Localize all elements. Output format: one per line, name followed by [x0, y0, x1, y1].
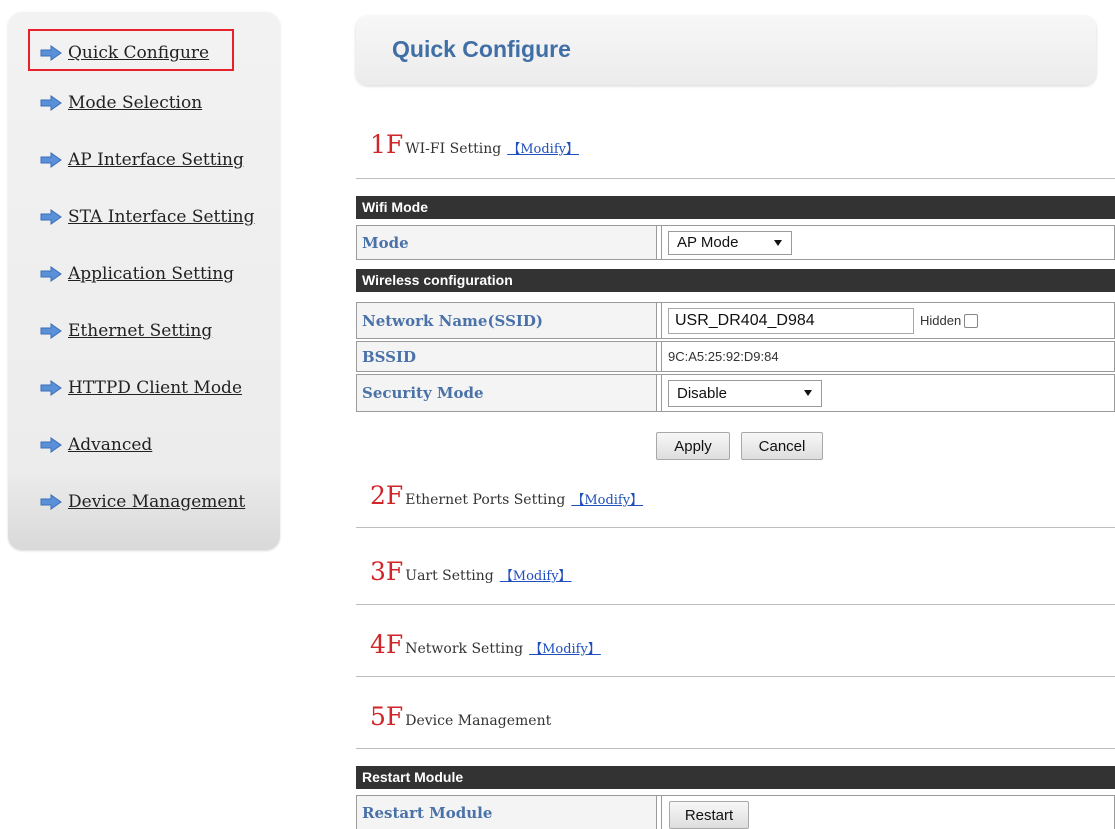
sidebar-item-label: Ethernet Setting	[68, 321, 213, 341]
table-row-mode: Mode AP Mode	[356, 225, 1115, 260]
sidebar-item-ap-interface-setting[interactable]: AP Interface Setting	[40, 148, 244, 172]
table-row-bssid: BSSID 9C:A5:25:92:D9:84	[356, 341, 1115, 372]
security-mode-label: Security Mode	[357, 375, 657, 411]
mode-select-value: AP Mode	[677, 234, 739, 251]
section-device-management: 5F Device Management	[370, 702, 551, 732]
sidebar-item-label: HTTPD Client Mode	[68, 378, 243, 398]
hidden-label: Hidden	[920, 313, 962, 328]
section-network-setting: 4F Network Setting 【Modify】	[370, 630, 601, 660]
arrow-right-icon	[40, 209, 62, 225]
section-title: Ethernet Ports Setting	[405, 492, 566, 508]
floor-number: 3F	[370, 557, 404, 586]
apply-button[interactable]: Apply	[656, 432, 730, 460]
arrow-right-icon	[40, 323, 62, 339]
divider	[356, 748, 1115, 749]
bssid-label: BSSID	[357, 342, 657, 371]
section-title: WI-FI Setting	[405, 141, 502, 157]
section-title: Uart Setting	[405, 568, 494, 584]
table-header-wifi-mode: Wifi Mode	[356, 196, 1115, 219]
sidebar-item-application-setting[interactable]: Application Setting	[40, 262, 234, 286]
caret-down-icon	[804, 390, 812, 396]
restart-button[interactable]: Restart	[669, 801, 749, 829]
floor-number: 5F	[370, 702, 404, 731]
page-header: Quick Configure	[356, 16, 1096, 85]
floor-number: 2F	[370, 481, 404, 510]
cancel-button[interactable]: Cancel	[741, 432, 823, 460]
security-mode-value-cell: Disable	[661, 375, 1114, 411]
sidebar-item-label: STA Interface Setting	[68, 207, 255, 227]
section-uart-setting: 3F Uart Setting 【Modify】	[370, 557, 572, 587]
ssid-value-cell: Hidden	[661, 303, 1114, 338]
section-wifi-setting: 1F WI-FI Setting 【Modify】	[370, 130, 579, 160]
sidebar-item-label: Device Management	[68, 492, 246, 512]
divider	[356, 178, 1115, 179]
arrow-right-icon	[40, 494, 62, 510]
sidebar-item-label: Mode Selection	[68, 93, 203, 113]
divider	[356, 527, 1115, 528]
arrow-right-icon	[40, 380, 62, 396]
page-title: Quick Configure	[392, 36, 571, 62]
sidebar-item-mode-selection[interactable]: Mode Selection	[40, 91, 202, 115]
sidebar-item-quick-configure[interactable]: Quick Configure	[40, 41, 209, 65]
modify-link[interactable]: 【Modify】	[507, 138, 579, 157]
ssid-label: Network Name(SSID)	[357, 303, 657, 338]
sidebar-item-label: Application Setting	[68, 264, 235, 284]
hidden-checkbox[interactable]	[964, 313, 979, 328]
ssid-input[interactable]	[668, 307, 914, 334]
mode-value-cell: AP Mode	[661, 226, 1114, 259]
sidebar-item-label: Quick Configure	[68, 43, 210, 63]
table-header-restart-module: Restart Module	[356, 766, 1115, 789]
section-ethernet-ports-setting: 2F Ethernet Ports Setting 【Modify】	[370, 481, 643, 511]
security-mode-select[interactable]: Disable	[668, 379, 822, 407]
caret-down-icon	[774, 239, 782, 246]
floor-number: 4F	[370, 630, 404, 659]
section-title: Network Setting	[405, 641, 524, 657]
sidebar-item-label: Advanced	[68, 435, 153, 455]
sidebar: Quick Configure Mode Selection AP Interf…	[8, 12, 280, 550]
arrow-right-icon	[40, 266, 62, 282]
sidebar-item-sta-interface-setting[interactable]: STA Interface Setting	[40, 205, 254, 229]
table-row-security-mode: Security Mode Disable	[356, 374, 1115, 412]
table-header-wireless-configuration: Wireless configuration	[356, 269, 1115, 292]
divider	[356, 604, 1115, 605]
sidebar-item-httpd-client-mode[interactable]: HTTPD Client Mode	[40, 376, 242, 400]
sidebar-item-device-management[interactable]: Device Management	[40, 490, 245, 514]
section-title: Device Management	[405, 713, 552, 729]
arrow-right-icon	[40, 437, 62, 453]
mode-select[interactable]: AP Mode	[668, 230, 792, 255]
arrow-right-icon	[40, 45, 62, 61]
sidebar-item-advanced[interactable]: Advanced	[40, 433, 152, 457]
floor-number: 1F	[370, 130, 404, 159]
bssid-value: 9C:A5:25:92:D9:84	[661, 342, 1114, 371]
sidebar-item-label: AP Interface Setting	[68, 150, 244, 170]
arrow-right-icon	[40, 152, 62, 168]
modify-link[interactable]: 【Modify】	[500, 565, 572, 584]
divider	[356, 676, 1115, 677]
security-mode-select-value: Disable	[677, 384, 728, 402]
restart-module-label: Restart Module	[357, 796, 657, 829]
table-row-ssid: Network Name(SSID) Hidden	[356, 302, 1115, 339]
modify-link[interactable]: 【Modify】	[529, 638, 601, 657]
arrow-right-icon	[40, 95, 62, 111]
modify-link[interactable]: 【Modify】	[571, 489, 643, 508]
mode-label: Mode	[357, 226, 657, 259]
sidebar-item-ethernet-setting[interactable]: Ethernet Setting	[40, 319, 212, 343]
